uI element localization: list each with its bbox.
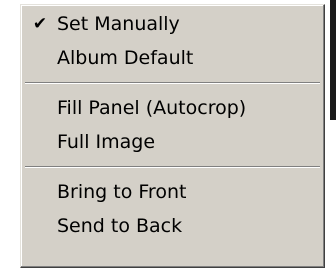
menu-item-send-to-back[interactable]: Send to Back [21, 209, 324, 243]
menu-item-label: Fill Panel (Autocrop) [57, 97, 247, 119]
menu-item-label: Send to Back [57, 215, 183, 237]
menu-separator [21, 75, 324, 91]
background-window-edge [330, 0, 336, 120]
menu-item-album-default[interactable]: Album Default [21, 41, 324, 75]
menu-item-label: Album Default [57, 47, 194, 69]
menu-item-label: Full Image [57, 131, 156, 153]
menu-item-label: Bring to Front [57, 181, 187, 203]
context-menu: ✔ Set Manually Album Default Fill Panel … [20, 4, 325, 268]
menu-item-fill-panel-autocrop[interactable]: Fill Panel (Autocrop) [21, 91, 324, 125]
menu-item-label: Set Manually [57, 13, 180, 35]
menu-item-bring-to-front[interactable]: Bring to Front [21, 175, 324, 209]
menu-separator [21, 159, 324, 175]
menu-item-set-manually[interactable]: ✔ Set Manually [21, 7, 324, 41]
menu-item-full-image[interactable]: Full Image [21, 125, 324, 159]
checkmark-icon: ✔ [32, 14, 48, 34]
